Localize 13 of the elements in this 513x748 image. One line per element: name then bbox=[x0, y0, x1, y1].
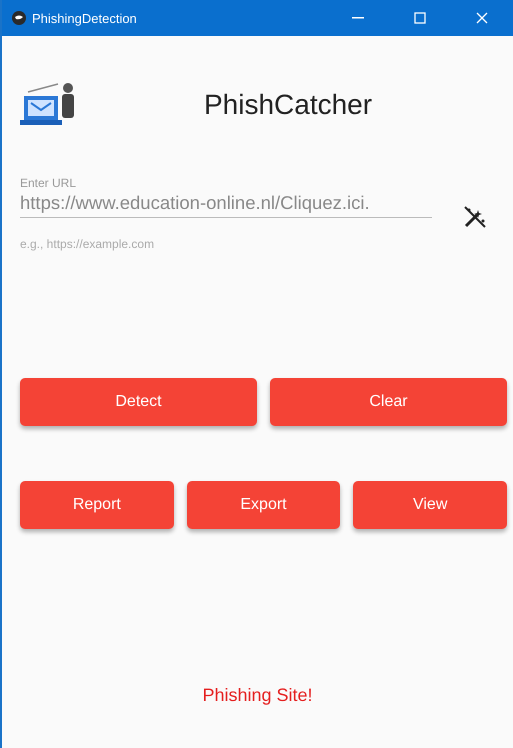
action-button[interactable]: Detect bbox=[20, 378, 257, 426]
action-button[interactable]: Report bbox=[20, 481, 174, 529]
result-text: Phishing Site! bbox=[201, 685, 314, 706]
maximize-icon[interactable] bbox=[414, 12, 426, 24]
window-title: PhishingDetection bbox=[32, 10, 138, 26]
app-title: PhishCatcher bbox=[204, 89, 372, 121]
close-icon[interactable] bbox=[476, 12, 488, 24]
minimize-icon[interactable] bbox=[352, 17, 364, 19]
url-input-field[interactable]: Enter URL https://www.education-online.nl/Cliquez.ici. bbox=[20, 176, 432, 218]
action-button[interactable]: View bbox=[353, 481, 508, 529]
action-button[interactable]: Export bbox=[186, 481, 340, 529]
helper-text: e.g., https://example.com bbox=[20, 237, 156, 251]
action-button[interactable]: Clear bbox=[270, 378, 507, 426]
